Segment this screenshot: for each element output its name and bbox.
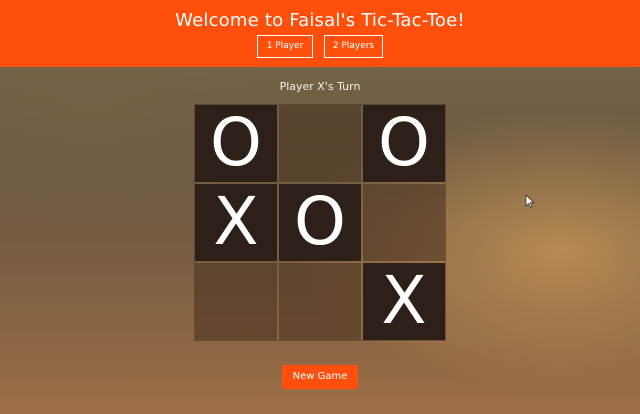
board-cell-6[interactable]: [363, 184, 445, 261]
board-cell-8[interactable]: [279, 263, 361, 340]
new-game-button[interactable]: New Game: [282, 365, 358, 389]
one-player-button[interactable]: 1 Player: [257, 35, 313, 58]
turn-status: Player X's Turn: [279, 80, 361, 93]
board-cell-3[interactable]: O: [363, 105, 445, 182]
board-cell-7[interactable]: [195, 263, 277, 340]
board-cell-5[interactable]: O: [279, 184, 361, 261]
header-bar: Welcome to Faisal's Tic-Tac-Toe! 1 Playe…: [0, 0, 640, 67]
board-cell-2[interactable]: [279, 105, 361, 182]
board-cell-4[interactable]: X: [195, 184, 277, 261]
mouse-cursor-icon: [525, 194, 535, 208]
board-cell-1[interactable]: O: [195, 105, 277, 182]
board-cell-9[interactable]: X: [363, 263, 445, 340]
game-board: O O X O X: [194, 104, 446, 341]
page-title: Welcome to Faisal's Tic-Tac-Toe!: [175, 10, 465, 31]
two-players-button[interactable]: 2 Players: [324, 35, 383, 58]
